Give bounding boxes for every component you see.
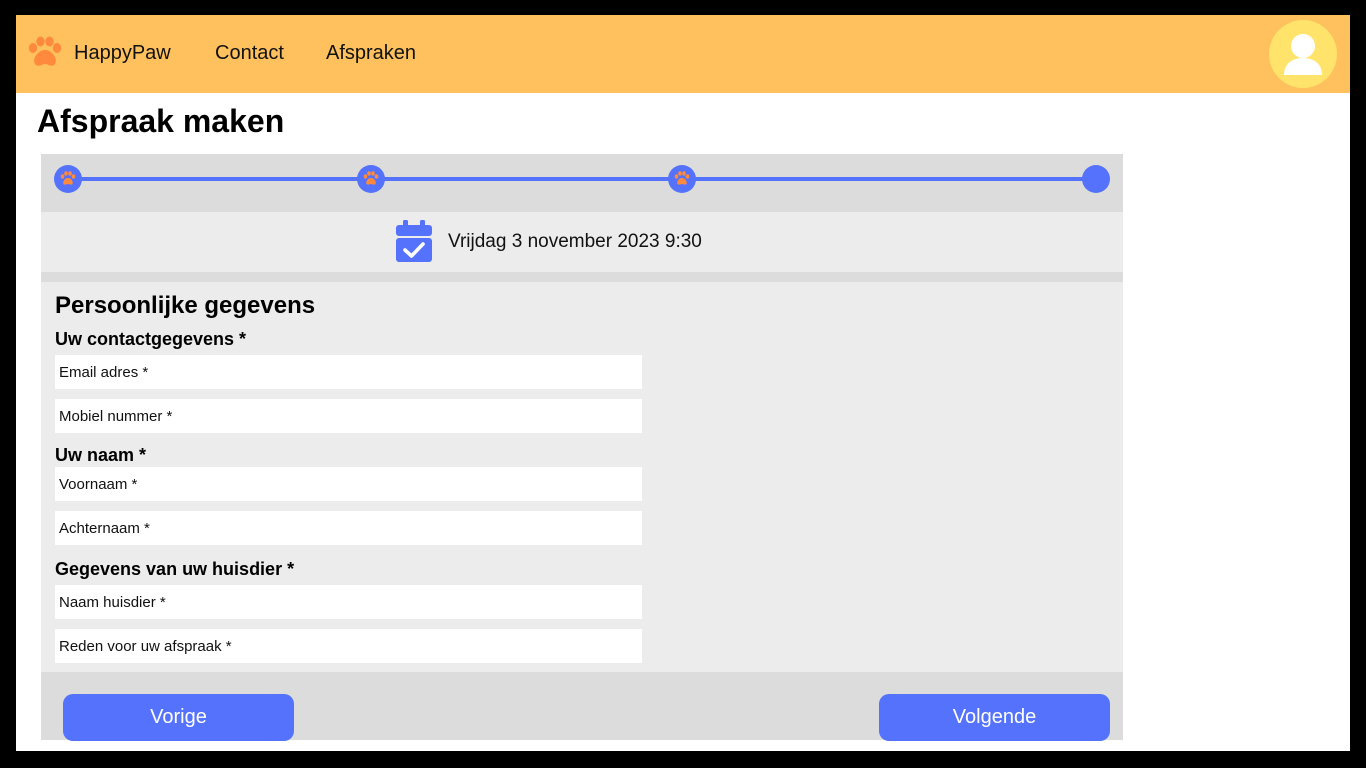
pet-section-label: Gegevens van uw huisdier * — [55, 559, 295, 579]
progress-stepper — [41, 154, 1123, 212]
appointment-panel: Vrijdag 3 november 2023 9:30 Persoonlijk… — [41, 154, 1123, 741]
paw-logo-icon — [28, 36, 62, 66]
selected-datetime-bar: Vrijdag 3 november 2023 9:30 — [41, 212, 1123, 272]
step-4-current-dot — [1082, 165, 1110, 193]
user-avatar-button[interactable] — [1269, 20, 1337, 88]
reason-field[interactable] — [55, 629, 642, 663]
navbar: HappyPaw Contact Afspraken — [16, 15, 1350, 93]
step-3-paw-icon — [668, 165, 696, 193]
calendar-check-icon — [396, 220, 432, 262]
petname-field[interactable] — [55, 585, 642, 619]
email-field[interactable] — [55, 355, 642, 389]
step-2-paw-icon — [357, 165, 385, 193]
app-frame: HappyPaw Contact Afspraken Afspraak make… — [16, 15, 1350, 751]
previous-button[interactable]: Vorige — [63, 694, 294, 741]
nav-contact[interactable]: Contact — [215, 42, 284, 65]
name-section-label: Uw naam * — [55, 445, 147, 465]
user-avatar-icon — [1284, 34, 1322, 75]
personal-details-form: Persoonlijke gegevens Uw contactgegevens… — [41, 282, 1123, 672]
mobile-field[interactable] — [55, 399, 642, 433]
page-title: Afspraak maken — [37, 103, 285, 139]
form-title: Persoonlijke gegevens — [55, 292, 316, 319]
contact-section-label: Uw contactgegevens * — [55, 329, 247, 349]
firstname-field[interactable] — [55, 467, 642, 501]
next-button[interactable]: Volgende — [879, 694, 1110, 741]
step-1-paw-icon — [54, 165, 82, 193]
appointment-datetime: Vrijdag 3 november 2023 9:30 — [448, 231, 702, 252]
lastname-field[interactable] — [55, 511, 642, 545]
brand-name[interactable]: HappyPaw — [74, 42, 171, 65]
nav-afspraken[interactable]: Afspraken — [326, 42, 416, 65]
